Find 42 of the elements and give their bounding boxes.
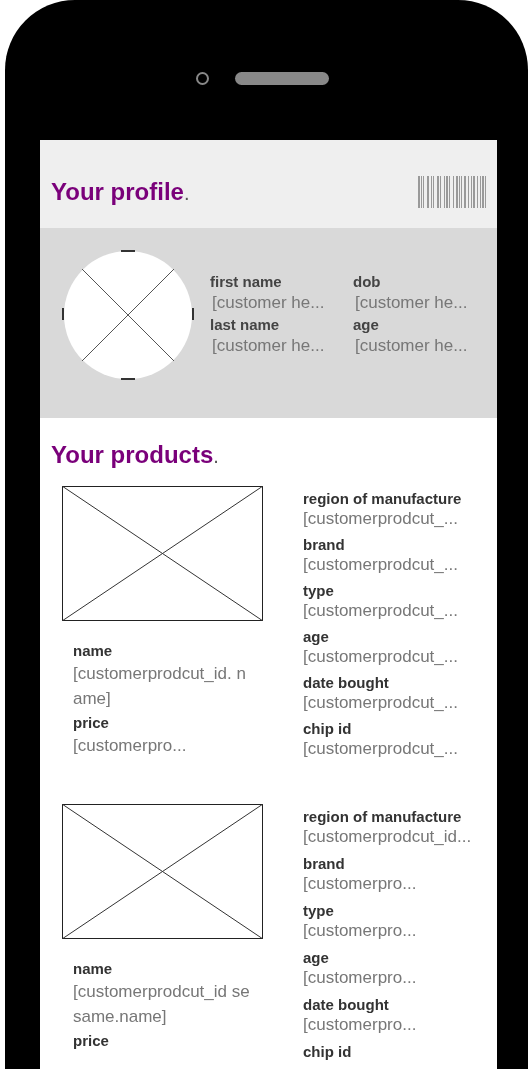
field-label: brand xyxy=(303,855,346,873)
field-value: [customerpro... xyxy=(303,873,418,895)
field-label: age xyxy=(353,315,380,334)
field-value: [customerprodcut_id. name] xyxy=(73,663,247,710)
field-label: name xyxy=(73,641,114,661)
field-value: [customerpro... xyxy=(303,920,418,942)
field-label: age xyxy=(303,628,330,646)
field-label: first name xyxy=(210,272,283,291)
section-title: Your profile. xyxy=(51,180,190,204)
field-value: [customerprodcut_... xyxy=(303,554,459,576)
field-label: date bought xyxy=(303,674,390,692)
field-value: [customerprodcut_... xyxy=(303,738,459,760)
field-value: [customerprodcut_... xyxy=(303,600,459,622)
field-label: chip id xyxy=(303,1043,353,1061)
field-label: price xyxy=(73,1031,110,1051)
field-value: [customer he... xyxy=(211,291,326,314)
field-value: [customerpro... xyxy=(303,967,418,989)
field-label: name xyxy=(73,959,114,979)
field-label: region of manufacture xyxy=(303,490,462,508)
field-value: [customerprodcut_id sesame.name] xyxy=(73,981,251,1028)
barcode-icon xyxy=(418,176,488,208)
field-label: region of manufacture xyxy=(303,808,463,826)
field-label: age xyxy=(303,949,330,967)
field-value: [customerprodcut_... xyxy=(303,508,459,530)
field-label: dob xyxy=(353,272,382,291)
camera-icon xyxy=(196,71,209,85)
field-label: last name xyxy=(210,315,281,334)
field-value: [customerpro... xyxy=(303,1014,418,1036)
field-value: [customerprodcut_id... xyxy=(303,826,472,848)
field-label: price xyxy=(73,713,110,733)
field-label: brand xyxy=(303,536,346,554)
field-label: date bought xyxy=(303,996,390,1014)
field-value: [customerpro... xyxy=(73,735,188,757)
section-title: Your products. xyxy=(51,443,220,467)
field-value: [customer he... xyxy=(211,334,326,357)
field-value: [customer he... xyxy=(354,291,469,314)
field-label: type xyxy=(303,902,335,920)
field-value: [customerprodcut_... xyxy=(303,646,459,668)
field-value: [customerprodcut_... xyxy=(303,692,459,714)
field-label: type xyxy=(303,582,335,600)
field-value: [customer he... xyxy=(354,334,469,357)
field-label: chip id xyxy=(303,720,353,738)
